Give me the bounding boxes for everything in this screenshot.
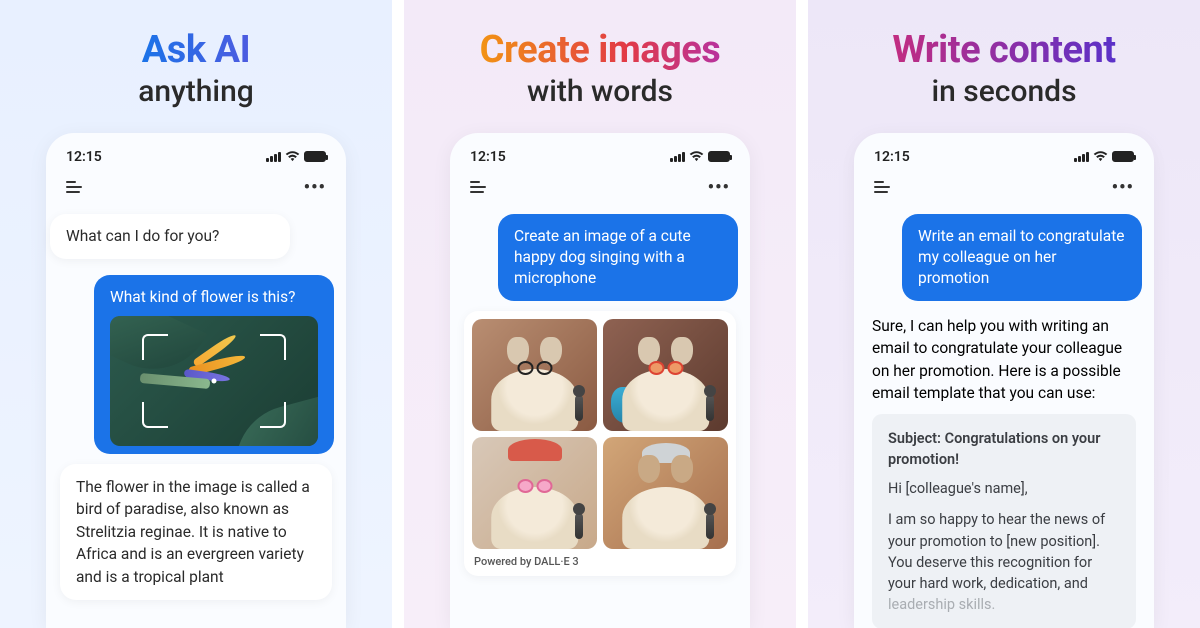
panel-title-main: Create images bbox=[480, 30, 721, 72]
generated-images-card: Powered by DALL·E 3 bbox=[464, 311, 736, 576]
generated-image[interactable] bbox=[472, 437, 597, 549]
panel-title-main: Write content bbox=[892, 30, 1115, 72]
signal-icon bbox=[1074, 152, 1089, 162]
promo-panel-ask-ai: Ask AI anything 12:15 ••• What can I do … bbox=[0, 0, 392, 628]
menu-icon[interactable] bbox=[66, 181, 82, 193]
more-icon[interactable]: ••• bbox=[708, 177, 730, 198]
powered-by-label: Powered by DALL·E 3 bbox=[472, 549, 728, 568]
user-message: Write an email to congratulate my collea… bbox=[902, 214, 1142, 301]
panel-title-sub: in seconds bbox=[931, 74, 1076, 109]
status-time: 12:15 bbox=[66, 149, 102, 165]
user-message-text: What kind of flower is this? bbox=[110, 288, 295, 306]
email-subject: Subject: Congratulations on your promoti… bbox=[888, 428, 1120, 470]
generated-image[interactable] bbox=[603, 319, 728, 431]
battery-icon bbox=[708, 151, 730, 162]
status-bar: 12:15 bbox=[46, 147, 346, 167]
assistant-message: The flower in the image is called a bird… bbox=[60, 464, 332, 600]
panel-title-sub: with words bbox=[527, 74, 673, 109]
scan-corner-icon bbox=[260, 402, 286, 428]
menu-icon[interactable] bbox=[874, 181, 890, 193]
battery-icon bbox=[1112, 151, 1134, 162]
phone-mockup: 12:15 ••• Create an image of a cute happ… bbox=[450, 133, 750, 628]
email-body: I am so happy to hear the news of your p… bbox=[888, 509, 1120, 614]
battery-icon bbox=[304, 151, 326, 162]
status-icons bbox=[266, 151, 326, 162]
more-icon[interactable]: ••• bbox=[304, 177, 326, 198]
chat-area: Write an email to congratulate my collea… bbox=[854, 204, 1154, 628]
wifi-icon bbox=[1093, 151, 1108, 162]
app-bar: ••• bbox=[450, 167, 750, 204]
scan-corner-icon bbox=[142, 334, 168, 360]
scan-center-icon bbox=[212, 378, 217, 383]
status-bar: 12:15 bbox=[450, 147, 750, 167]
panel-title-main: Ask AI bbox=[142, 30, 250, 72]
menu-icon[interactable] bbox=[470, 181, 486, 193]
promo-panel-create-images: Create images with words 12:15 ••• Creat… bbox=[404, 0, 796, 628]
phone-mockup: 12:15 ••• What can I do for you? What ki… bbox=[46, 133, 346, 628]
attached-image[interactable] bbox=[110, 316, 318, 446]
app-bar: ••• bbox=[46, 167, 346, 204]
chat-area: What can I do for you? What kind of flow… bbox=[46, 204, 346, 600]
status-time: 12:15 bbox=[874, 149, 910, 165]
wifi-icon bbox=[689, 151, 704, 162]
promo-panel-write-content: Write content in seconds 12:15 ••• Write… bbox=[808, 0, 1200, 628]
status-icons bbox=[1074, 151, 1134, 162]
panel-title-sub: anything bbox=[138, 74, 254, 109]
assistant-message: Sure, I can help you with writing an ema… bbox=[872, 315, 1136, 405]
generated-image[interactable] bbox=[603, 437, 728, 549]
scan-corner-icon bbox=[142, 402, 168, 428]
phone-mockup: 12:15 ••• Write an email to congratulate… bbox=[854, 133, 1154, 628]
status-time: 12:15 bbox=[470, 149, 506, 165]
user-message: What kind of flower is this? bbox=[94, 275, 334, 454]
wifi-icon bbox=[285, 151, 300, 162]
signal-icon bbox=[266, 152, 281, 162]
image-grid bbox=[472, 319, 728, 549]
user-message: Create an image of a cute happy dog sing… bbox=[498, 214, 738, 301]
more-icon[interactable]: ••• bbox=[1112, 177, 1134, 198]
scan-corner-icon bbox=[260, 334, 286, 360]
email-greeting: Hi [colleague's name], bbox=[888, 478, 1120, 499]
status-bar: 12:15 bbox=[854, 147, 1154, 167]
generated-image[interactable] bbox=[472, 319, 597, 431]
email-template-card: Subject: Congratulations on your promoti… bbox=[872, 414, 1136, 628]
assistant-message: What can I do for you? bbox=[50, 214, 290, 259]
app-bar: ••• bbox=[854, 167, 1154, 204]
signal-icon bbox=[670, 152, 685, 162]
chat-area: Create an image of a cute happy dog sing… bbox=[450, 204, 750, 576]
status-icons bbox=[670, 151, 730, 162]
